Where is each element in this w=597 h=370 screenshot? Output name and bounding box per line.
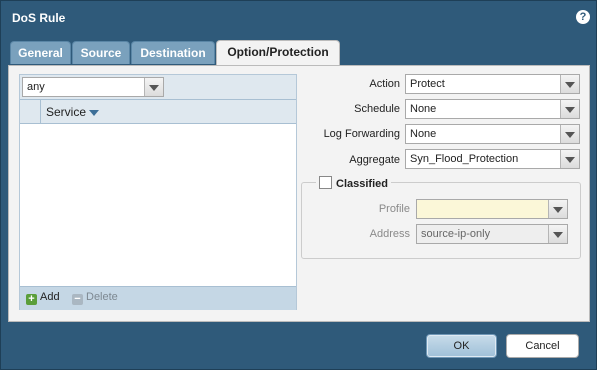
select-all-cell[interactable] [20, 100, 41, 123]
service-panel: any Service + Add − Delete [19, 74, 297, 310]
tab-general[interactable]: General [10, 41, 71, 64]
classified-toggle[interactable]: Classified [316, 176, 391, 190]
action-label: Action [369, 78, 400, 90]
service-filter-bar: any [20, 75, 296, 99]
address-value: source-ip-only [421, 228, 491, 240]
tab-destination[interactable]: Destination [131, 41, 215, 64]
ok-button[interactable]: OK [426, 334, 497, 358]
tab-option-protection[interactable]: Option/Protection [216, 40, 340, 66]
aggregate-value: Syn_Flood_Protection [410, 153, 519, 165]
delete-label: Delete [86, 291, 118, 303]
log-forwarding-value: None [410, 128, 437, 140]
schedule-label: Schedule [354, 103, 400, 115]
cancel-button[interactable]: Cancel [506, 334, 579, 358]
address-select[interactable]: source-ip-only [416, 224, 568, 244]
aggregate-label: Aggregate [349, 154, 400, 166]
chevron-down-icon[interactable] [560, 150, 579, 168]
service-grid-header: Service [20, 99, 296, 124]
chevron-down-icon[interactable] [560, 75, 579, 93]
chevron-down-icon[interactable] [560, 100, 579, 118]
chevron-down-icon[interactable] [144, 78, 163, 96]
chevron-down-icon[interactable] [560, 125, 579, 143]
titlebar: DoS Rule ? [1, 1, 596, 33]
service-column-header[interactable]: Service [46, 105, 100, 119]
log-forwarding-label: Log Forwarding [323, 128, 400, 140]
schedule-select[interactable]: None [405, 99, 580, 119]
address-label: Address [369, 228, 410, 240]
action-value: Protect [410, 78, 445, 90]
chevron-down-icon[interactable] [548, 200, 567, 218]
sort-down-icon[interactable] [89, 109, 100, 116]
profile-select[interactable] [416, 199, 568, 219]
delete-icon: − [72, 294, 83, 305]
log-forwarding-select[interactable]: None [405, 124, 580, 144]
dialog-title: DoS Rule [12, 11, 66, 25]
service-actions-bar: + Add − Delete [20, 286, 296, 310]
dos-rule-dialog: DoS Rule ? General Source Destination Op… [0, 0, 597, 370]
service-filter-value: any [27, 81, 45, 93]
chevron-down-icon[interactable] [548, 225, 567, 243]
add-label: Add [40, 291, 60, 303]
delete-service-button[interactable]: − Delete [72, 291, 118, 305]
tab-source[interactable]: Source [72, 41, 130, 64]
help-icon[interactable]: ? [576, 10, 590, 24]
service-filter-select[interactable]: any [22, 77, 164, 97]
classified-fieldset [301, 182, 581, 259]
service-column-label: Service [46, 105, 87, 119]
aggregate-select[interactable]: Syn_Flood_Protection [405, 149, 580, 169]
add-service-button[interactable]: + Add [26, 291, 60, 305]
action-select[interactable]: Protect [405, 74, 580, 94]
add-icon: + [26, 294, 37, 305]
classified-label: Classified [336, 178, 388, 190]
profile-label: Profile [378, 203, 410, 215]
tab-content: any Service + Add − Delete Action Protect … [8, 65, 590, 322]
classified-checkbox[interactable] [319, 176, 332, 189]
schedule-value: None [410, 103, 437, 115]
